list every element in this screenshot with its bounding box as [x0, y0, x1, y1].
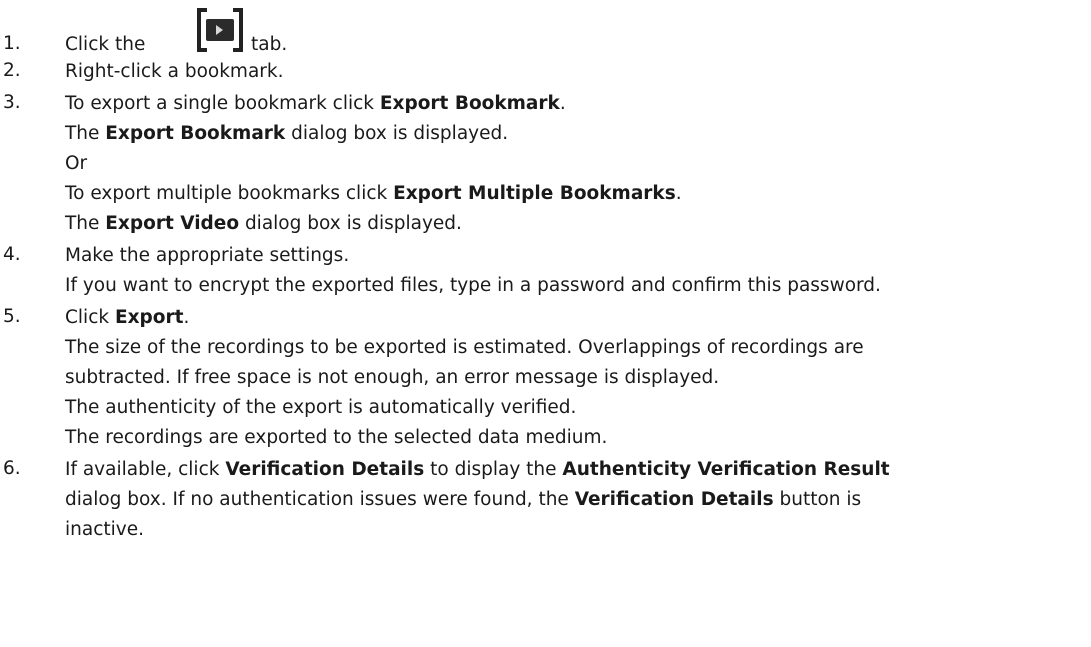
instruction-document: 1. Click the tab. 2. Right-click a bookm…	[0, 0, 1091, 647]
step-text: Click Export.	[65, 307, 190, 328]
step-text-tab: tab.	[251, 34, 288, 55]
step-text: inactive.	[65, 519, 144, 540]
step-text: subtracted. If free space is not enough,…	[65, 367, 720, 388]
step-text: To export multiple bookmarks click Expor…	[65, 183, 682, 204]
step-number: 3.	[3, 92, 21, 113]
step-text: dialog box. If no authentication issues …	[65, 489, 862, 510]
step-text: Or	[65, 153, 88, 174]
step-number: 4.	[3, 244, 21, 265]
step-number: 6.	[3, 458, 21, 479]
step-number: 2.	[3, 60, 21, 81]
step-number: 5.	[3, 306, 21, 327]
bookmark-tab-icon	[197, 8, 243, 52]
ui-label-verification-details: Verification Details	[225, 459, 425, 480]
step-text: The Export Bookmark dialog box is displa…	[65, 123, 509, 144]
ui-label-export-bookmark: Export Bookmark	[379, 93, 560, 114]
step-text: To export a single bookmark click Export…	[65, 93, 566, 114]
step-text: Make the appropriate settings.	[65, 245, 350, 266]
ui-label-authenticity-verification-result: Authenticity Verification Result	[562, 459, 890, 480]
ui-label-export-video: Export Video	[105, 213, 240, 234]
step-text: The recordings are exported to the selec…	[65, 427, 608, 448]
step-text: Right-click a bookmark.	[65, 61, 284, 82]
step-text: The Export Video dialog box is displayed…	[65, 213, 462, 234]
ui-label-verification-details: Verification Details	[574, 489, 774, 510]
step-text: The size of the recordings to be exporte…	[65, 337, 864, 358]
step-text: Click the	[65, 34, 146, 55]
step-text: If available, click Verification Details…	[65, 459, 890, 480]
step-number: 1.	[3, 33, 21, 54]
ui-label-export: Export	[114, 307, 184, 328]
step-text: The authenticity of the export is automa…	[65, 397, 577, 418]
step-text: If you want to encrypt the exported file…	[65, 275, 881, 296]
ui-label-export-multiple-bookmarks: Export Multiple Bookmarks	[393, 183, 676, 204]
step-1: 1. Click the tab.	[0, 0, 1091, 60]
ui-label-export-bookmark: Export Bookmark	[105, 123, 286, 144]
